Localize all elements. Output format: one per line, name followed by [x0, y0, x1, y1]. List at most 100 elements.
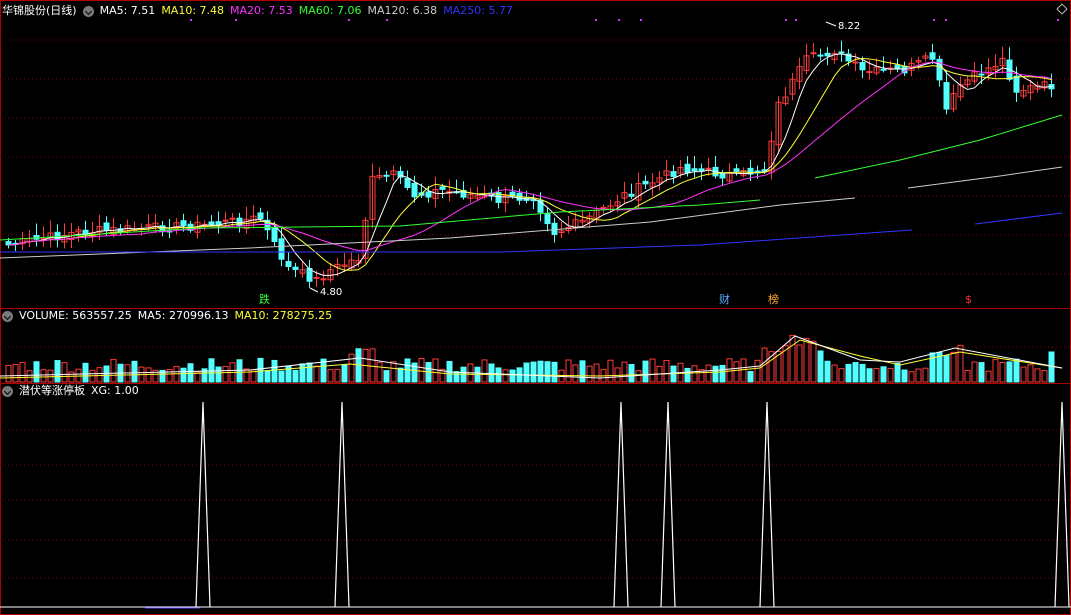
ma5-line	[8, 53, 1052, 276]
dropdown-circle-icon[interactable]	[2, 385, 13, 397]
volume-bar	[166, 368, 173, 383]
marker-bang[interactable]: 榜	[768, 294, 779, 306]
candle-body	[278, 238, 285, 260]
volume-bar	[579, 360, 586, 383]
volume-bar	[1013, 358, 1020, 383]
volume-bar	[880, 366, 887, 383]
signal-dot	[933, 19, 935, 21]
ma120-label: MA120: 6.38	[367, 4, 438, 17]
dropdown-circle-icon[interactable]	[82, 5, 94, 17]
candle-body	[551, 222, 558, 235]
signal-panel-header: 潜伏等涨停板 XG: 1.00	[2, 384, 139, 398]
volume-bar	[5, 364, 12, 383]
signal-dot	[785, 19, 787, 21]
candle-body	[411, 182, 418, 198]
volume-bar	[684, 367, 691, 383]
chart-canvas[interactable]	[0, 0, 1071, 615]
chart-frame	[0, 0, 1071, 615]
volume-bar	[453, 371, 460, 383]
signal-spike	[660, 401, 676, 608]
volume-bar	[54, 360, 61, 383]
xg-label: XG: 1.00	[91, 384, 139, 397]
volume-bar	[593, 363, 600, 383]
signal-spike	[1054, 401, 1070, 608]
candle-body	[642, 180, 649, 185]
vol-ma5-label: MA5: 270996.13	[137, 309, 229, 322]
volume-bar	[264, 370, 271, 383]
signal-dot	[348, 19, 350, 21]
volume-bar	[299, 363, 306, 383]
candle-body	[733, 168, 740, 172]
volume-bar	[1034, 368, 1041, 383]
volume-bar	[1020, 366, 1027, 383]
volume-bar	[509, 369, 516, 383]
volume-bar	[733, 361, 740, 383]
volume-bar	[635, 370, 642, 383]
signal-dot	[618, 19, 620, 21]
volume-bar	[866, 368, 873, 383]
volume-bar	[642, 360, 649, 383]
volume-bar	[481, 359, 488, 383]
ma10-line	[8, 57, 1052, 271]
low-price-label: 4.80	[320, 287, 343, 298]
volume-bar	[61, 362, 68, 383]
volume-bar	[950, 351, 957, 383]
candle-body	[859, 62, 866, 71]
candle-body	[383, 174, 390, 177]
signal-dot	[190, 19, 192, 21]
volume-bar	[852, 362, 859, 383]
signal-title: 潜伏等涨停板	[19, 384, 85, 397]
volume-bar	[922, 367, 929, 383]
volume-bar	[19, 362, 26, 383]
volume-bar	[383, 370, 390, 383]
volume-bar	[278, 370, 285, 383]
high-price-label: 8.22	[838, 21, 861, 32]
volume-bar	[817, 350, 824, 383]
marker-dollar[interactable]: $	[965, 294, 972, 306]
candle-body	[894, 64, 901, 69]
volume-bar	[12, 364, 19, 383]
low-pointer	[309, 287, 319, 293]
volume-bar	[754, 359, 761, 383]
volume-bar	[222, 365, 229, 383]
volume-bar	[831, 364, 838, 383]
volume-bar	[215, 366, 222, 383]
candle-body	[691, 168, 698, 172]
volume-bar	[943, 355, 950, 383]
volume-bar	[96, 367, 103, 383]
ma20-label: MA20: 7.53	[230, 4, 293, 17]
volume-bar	[824, 360, 831, 383]
ma60-label: MA60: 7.06	[298, 4, 362, 17]
volume-bar	[313, 365, 320, 383]
dropdown-circle-icon[interactable]	[2, 310, 13, 322]
volume-bar	[789, 334, 796, 383]
volume-bar	[257, 357, 264, 383]
candle-body	[425, 191, 432, 198]
candle-body	[439, 186, 446, 190]
volume-bar	[47, 369, 54, 383]
volume-bar	[796, 344, 803, 383]
volume-bar	[131, 360, 138, 383]
volume-bar	[628, 363, 635, 383]
marker-cai[interactable]: 财	[719, 294, 730, 306]
volume-bar	[985, 370, 992, 383]
volume-bar	[747, 371, 754, 383]
volume-bar	[971, 361, 978, 383]
volume-bar	[523, 362, 530, 383]
price-panel-header: 华锦股份(日线) MA5: 7.51 MA10: 7.48 MA20: 7.53…	[2, 4, 513, 18]
volume-bar	[803, 337, 810, 383]
volume-bar	[68, 371, 75, 383]
signal-spike	[759, 401, 775, 608]
volume-bar	[572, 364, 579, 383]
candle-body	[1013, 75, 1020, 93]
ma60-line-2	[814, 114, 1063, 179]
marker-die[interactable]: 跌	[259, 294, 270, 306]
volume-bar	[180, 367, 187, 383]
candle-body	[698, 168, 705, 172]
candle-body	[684, 163, 691, 174]
candle-body	[866, 71, 873, 74]
volume-bar	[502, 369, 509, 383]
signal-dot	[235, 19, 237, 21]
candle-body	[719, 172, 726, 179]
volume-bar	[376, 361, 383, 383]
